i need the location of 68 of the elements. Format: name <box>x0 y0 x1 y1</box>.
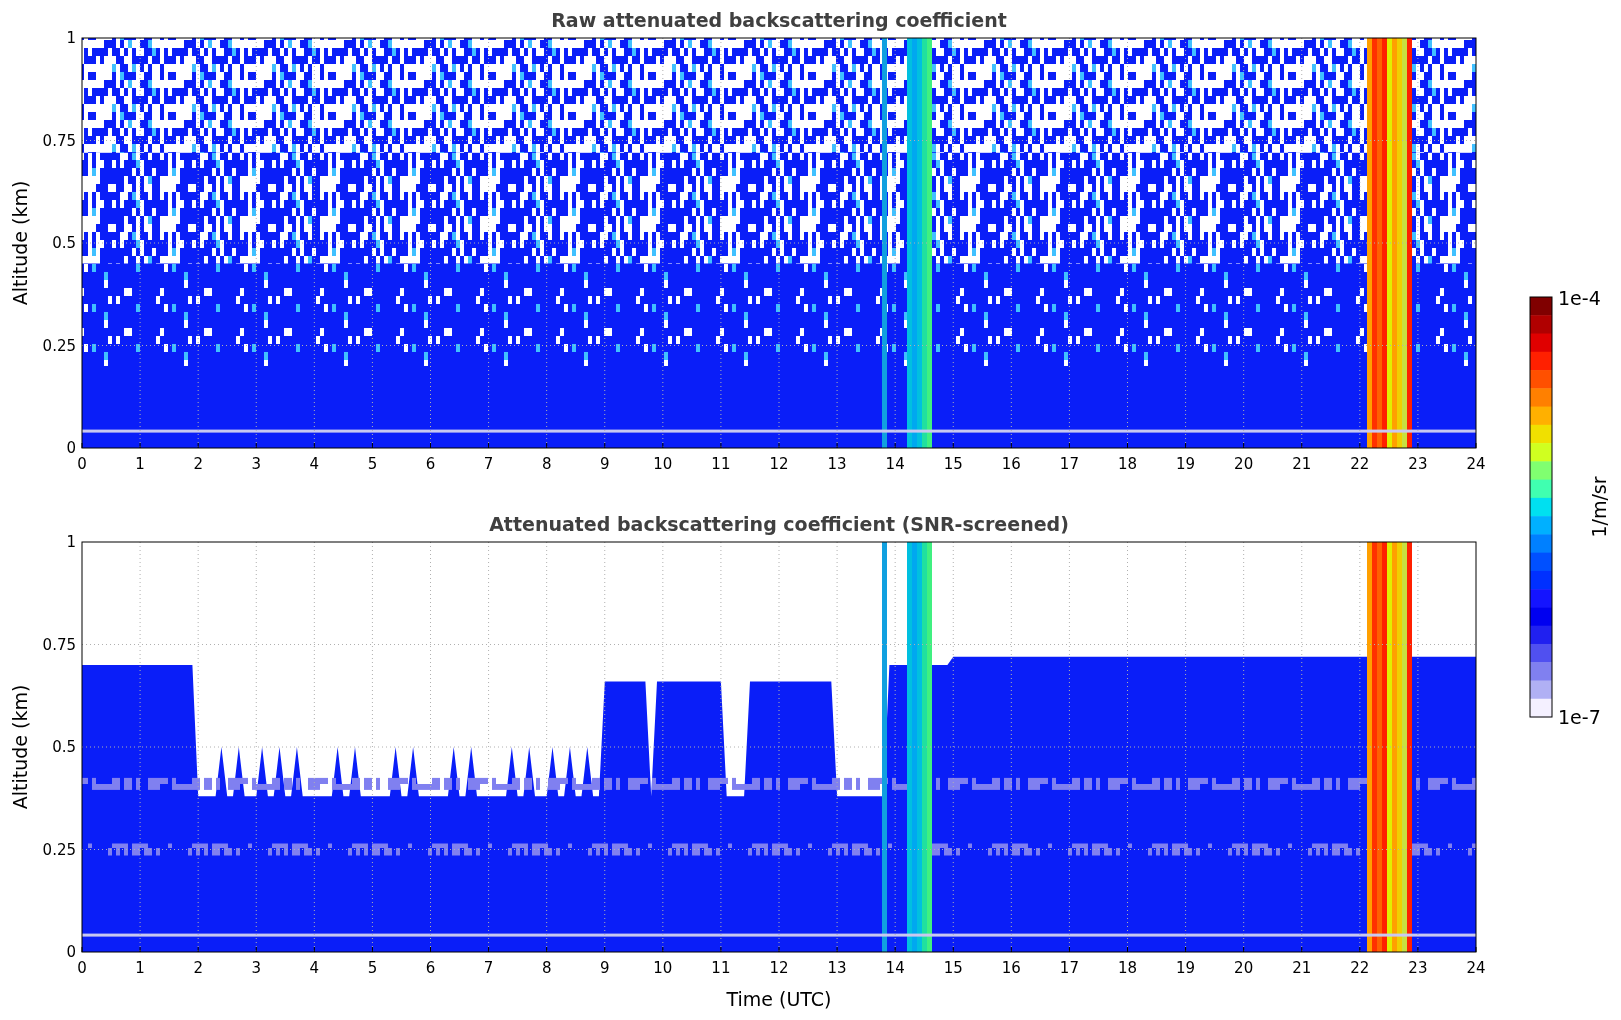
tick-label: 15 <box>943 959 963 977</box>
tick-label: 13 <box>827 959 847 977</box>
tick-label: 5 <box>367 959 378 977</box>
tick-label: 0 <box>66 943 76 961</box>
tick-label: 9 <box>600 959 610 977</box>
tick-label: 20 <box>1234 959 1254 977</box>
colorbar-tick-label: 1e-7 <box>1558 706 1601 728</box>
tick-label: 21 <box>1292 455 1312 473</box>
axis-label: Time (UTC) <box>726 988 832 1010</box>
axis-label: Altitude (km) <box>9 684 31 810</box>
tick-label: 24 <box>1466 959 1486 977</box>
tick-label: 1 <box>66 29 76 47</box>
tick-label: 14 <box>885 959 905 977</box>
tick-label: 12 <box>769 455 789 473</box>
tick-label: 24 <box>1466 455 1486 473</box>
tick-label: 19 <box>1176 455 1196 473</box>
tick-label: 18 <box>1117 959 1138 977</box>
tick-label: 9 <box>600 455 610 473</box>
tick-label: 0.25 <box>42 840 76 859</box>
tick-label: 12 <box>769 959 789 977</box>
tick-label: 1 <box>66 533 76 551</box>
tick-label: 1 <box>135 455 145 473</box>
tick-label: 23 <box>1408 959 1428 977</box>
tick-label: 20 <box>1234 455 1254 473</box>
colorbar-tick-label: 1e-4 <box>1558 287 1601 309</box>
tick-label: 10 <box>653 455 673 473</box>
tick-label: 3 <box>251 455 261 473</box>
tick-label: 10 <box>653 959 673 977</box>
tick-label: 0.5 <box>52 738 76 756</box>
tick-label: 23 <box>1408 455 1428 473</box>
panel-title: Raw attenuated backscattering coefficient <box>551 9 1007 31</box>
tick-label: 5 <box>367 455 378 473</box>
tick-label: 8 <box>541 959 552 977</box>
tick-label: 4 <box>309 959 320 977</box>
tick-label: 0 <box>77 455 87 473</box>
tick-label: 7 <box>483 959 494 977</box>
tick-label: 2 <box>193 455 203 473</box>
tick-label: 1 <box>135 959 145 977</box>
tick-label: 16 <box>1001 455 1021 473</box>
tick-label: 8 <box>541 455 552 473</box>
tick-label: 11 <box>711 959 731 977</box>
tick-label: 7 <box>483 455 494 473</box>
tick-label: 11 <box>711 455 731 473</box>
tick-label: 0.5 <box>52 234 76 252</box>
tick-label: 2 <box>193 959 203 977</box>
axis-label: Altitude (km) <box>9 180 31 306</box>
tick-label: 14 <box>885 455 905 473</box>
tick-label: 0.25 <box>42 336 76 355</box>
tick-label: 22 <box>1350 959 1370 977</box>
tick-label: 19 <box>1176 959 1196 977</box>
tick-label: 0.75 <box>42 635 76 654</box>
tick-label: 15 <box>943 455 963 473</box>
tick-label: 0 <box>77 959 87 977</box>
tick-label: 16 <box>1001 959 1021 977</box>
tick-label: 22 <box>1350 455 1370 473</box>
tick-label: 4 <box>309 455 320 473</box>
tick-label: 6 <box>425 455 436 473</box>
tick-label: 21 <box>1292 959 1312 977</box>
colorbar-label: 1/m/sr <box>1588 476 1610 538</box>
tick-label: 3 <box>251 959 261 977</box>
tick-label: 17 <box>1059 959 1079 977</box>
panel-title: Attenuated backscattering coefficient (SNR-screened) <box>489 513 1069 535</box>
tick-label: 6 <box>425 959 436 977</box>
tick-label: 0 <box>66 439 76 457</box>
tick-label: 18 <box>1117 455 1138 473</box>
tick-label: 13 <box>827 455 847 473</box>
tick-label: 17 <box>1059 455 1079 473</box>
tick-label: 0.75 <box>42 131 76 150</box>
